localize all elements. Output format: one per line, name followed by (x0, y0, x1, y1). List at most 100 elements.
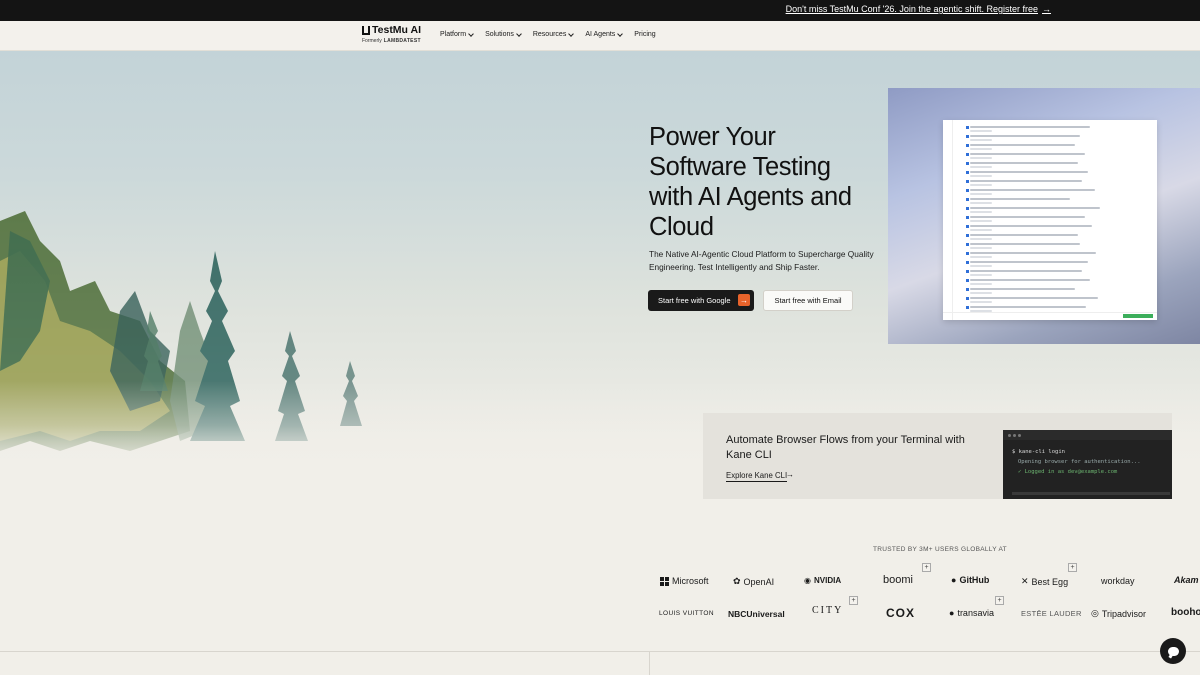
panel-sidebar (943, 120, 953, 320)
checkbox-icon (966, 216, 969, 219)
transavia-logo: ● transavia (949, 608, 994, 618)
city-furniture-logo: CITY (812, 605, 843, 616)
terminal-window: $ kane-cli login Opening browser for aut… (1003, 430, 1172, 499)
nav-item-solutions[interactable]: Solutions (485, 30, 522, 38)
test-case-row (970, 306, 1086, 308)
logo-label: Tripadvisor (1101, 608, 1147, 619)
test-case-row (970, 162, 1078, 164)
start-free-email-button[interactable]: Start free with Email (763, 290, 853, 311)
test-case-row (970, 288, 1075, 290)
checkbox-icon (966, 261, 969, 264)
nav-item-label: Platform (440, 31, 467, 38)
logo-name: TestMu AI (372, 24, 421, 36)
test-case-row (970, 297, 1098, 299)
test-case-meta (970, 184, 992, 186)
checkbox-icon (966, 153, 969, 156)
panel-footer (943, 312, 1157, 320)
test-case-meta (970, 211, 992, 213)
checkbox-icon (966, 135, 969, 138)
nav-item-label: Pricing (634, 31, 656, 38)
announcement-text: Don't miss TestMu Conf '26. Join the age… (785, 4, 1038, 14)
product-screenshot (888, 88, 1200, 344)
test-case-meta (970, 256, 992, 258)
test-case-meta (970, 148, 992, 150)
chat-button[interactable] (1160, 638, 1186, 664)
column-divider (649, 651, 650, 675)
test-case-meta (970, 193, 992, 195)
nvidia-eye-icon: ◉ (804, 576, 811, 585)
test-case-meta (970, 220, 992, 222)
announcement-bar: Don't miss TestMu Conf '26. Join the age… (0, 0, 1200, 21)
checkbox-icon (966, 171, 969, 174)
checkbox-icon (966, 288, 969, 291)
checkbox-icon (966, 306, 969, 309)
explore-kane-cli-link[interactable]: Explore Kane CLI (726, 471, 788, 482)
nav-item-label: Resources (532, 31, 567, 38)
terminal-titlebar (1003, 430, 1172, 440)
test-case-meta (970, 292, 992, 294)
kane-cli-title: Automate Browser Flows from your Termina… (726, 434, 965, 461)
test-case-meta (970, 157, 992, 159)
nav-item-label: AI Agents (585, 31, 616, 38)
test-case-row (970, 207, 1100, 209)
announcement-link[interactable]: Don't miss TestMu Conf '26. Join the age… (786, 4, 1051, 14)
start-free-google-button[interactable]: Start free with Google → (648, 290, 754, 311)
checkbox-icon (966, 198, 969, 201)
hero-headline: Power Your Software Testing with AI Agen… (649, 123, 852, 241)
test-case-meta (970, 265, 992, 267)
test-case-row (970, 261, 1088, 263)
logo-label: GitHub (959, 575, 990, 585)
logo-label: LOUIS VUITTON (659, 610, 714, 617)
checkbox-icon (966, 279, 969, 282)
nav-item-pricing[interactable]: Pricing (634, 31, 655, 38)
checkbox-icon (966, 252, 969, 255)
window-dot (1008, 433, 1011, 437)
logo-label: NVIDIA (813, 576, 842, 585)
nav-item-resources[interactable]: Resources (532, 30, 575, 38)
bestegg-icon: ✕ (1021, 576, 1029, 586)
logo-label: CITY (812, 605, 844, 616)
checkbox-icon (966, 234, 969, 237)
section-divider (0, 651, 1200, 652)
test-case-meta (970, 139, 992, 141)
nvidia-logo: ◉ NVIDIA (804, 576, 841, 585)
checkbox-icon (966, 162, 969, 165)
logo-label: NBCUniversal (728, 609, 785, 619)
test-case-row (970, 198, 1070, 200)
arrow-right-icon: → (1042, 4, 1051, 14)
akamai-logo: Akam (1174, 575, 1199, 585)
logo-formerly-label: Formerly (362, 38, 382, 44)
logo-label: Akam (1174, 575, 1199, 585)
top-navigation: TestMu AI Formerly LAMBDATEST Platform S… (0, 21, 1200, 51)
plus-icon: + (995, 596, 1004, 605)
louis-vuitton-logo: LOUIS VUITTON (659, 610, 714, 617)
plus-icon: + (849, 596, 858, 605)
test-case-panel (943, 120, 1157, 320)
microsoft-logo: Microsoft (660, 576, 709, 586)
test-case-row (970, 180, 1082, 182)
microsoft-icon (660, 576, 669, 586)
window-dot (1013, 433, 1016, 437)
transavia-icon: ● (949, 608, 955, 618)
lambdatest-logo: LAMBDATEST (383, 38, 421, 44)
logo-label: boomi (883, 574, 913, 586)
test-case-row (970, 153, 1085, 155)
nav-item-ai-agents[interactable]: AI Agents (585, 30, 624, 38)
brand-logo[interactable]: TestMu AI Formerly LAMBDATEST (362, 24, 432, 48)
test-case-row (970, 135, 1080, 137)
logo-label: workday (1101, 576, 1135, 586)
nav-item-label: Solutions (485, 31, 514, 38)
openai-logo: ✿ OpenAI (733, 576, 774, 587)
tripadvisor-logo: ◎ Tripadvisor (1091, 608, 1146, 619)
checkbox-icon (966, 189, 969, 192)
test-case-meta (970, 229, 992, 231)
hero-subtext: The Native AI-Agentic Cloud Platform to … (649, 249, 874, 272)
test-case-meta (970, 301, 992, 303)
testmu-logo-icon (362, 25, 370, 35)
test-case-row (970, 279, 1090, 281)
nav-item-platform[interactable]: Platform (440, 30, 474, 38)
checkbox-icon (966, 207, 969, 210)
test-case-row (970, 189, 1095, 191)
test-case-row (970, 252, 1096, 254)
checkbox-icon (966, 243, 969, 246)
